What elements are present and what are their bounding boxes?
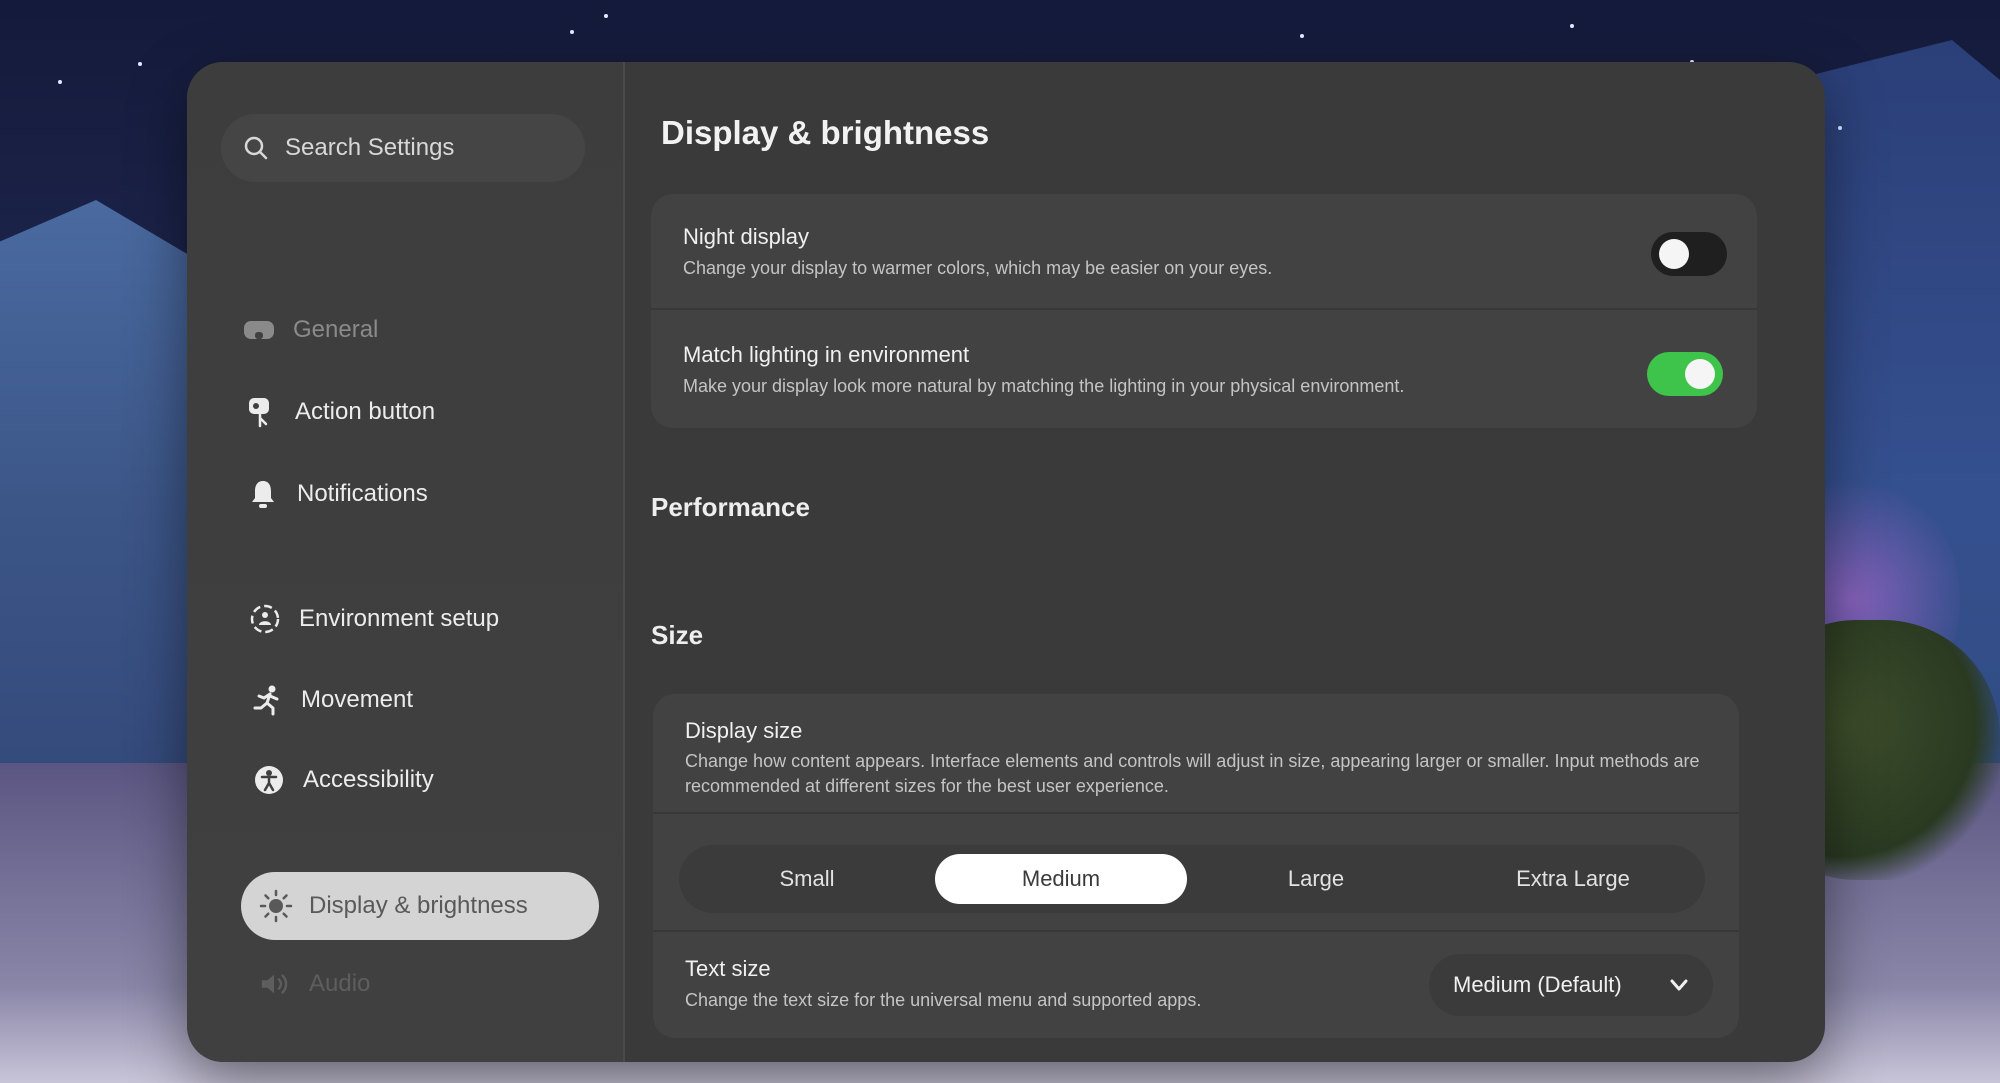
match-lighting-title: Match lighting in environment bbox=[683, 342, 970, 367]
headset-icon bbox=[243, 314, 275, 346]
divider bbox=[651, 308, 1757, 310]
star bbox=[58, 80, 62, 84]
night-display-title: Night display bbox=[683, 224, 809, 249]
night-display-description: Change your display to warmer colors, wh… bbox=[683, 258, 1273, 278]
text-size-row: Text size Change the text size for the u… bbox=[653, 932, 1739, 1038]
display-size-description: Change how content appears. Interface el… bbox=[685, 751, 1700, 796]
star bbox=[1570, 24, 1574, 28]
toggle-knob bbox=[1685, 359, 1715, 389]
star bbox=[138, 62, 142, 66]
star bbox=[570, 30, 574, 34]
night-display-toggle[interactable] bbox=[1651, 232, 1727, 276]
display-size-title: Display size bbox=[685, 718, 803, 743]
sidebar-item-label: Accessibility bbox=[303, 766, 434, 793]
sidebar-item-label: Movement bbox=[301, 686, 414, 713]
sidebar-item-label: General bbox=[293, 316, 379, 343]
sidebar-item-display-brightness[interactable]: Display & brightness bbox=[241, 872, 599, 940]
size-heading: Size bbox=[651, 620, 704, 650]
sidebar-item-general[interactable]: General bbox=[243, 314, 378, 346]
sidebar-item-label: Action button bbox=[295, 398, 436, 425]
size-option-small[interactable]: Small bbox=[679, 845, 935, 913]
size-option-large[interactable]: Large bbox=[1187, 845, 1445, 913]
main-content: Display & brightness Night display Chang… bbox=[625, 62, 1825, 1062]
sidebar-item-movement[interactable]: Movement bbox=[251, 684, 413, 716]
sun-icon bbox=[259, 889, 293, 923]
settings-panel: Search Settings General Action button No… bbox=[187, 62, 1825, 1062]
sidebar-item-audio[interactable]: Audio bbox=[259, 968, 370, 1000]
size-option-extra-large[interactable]: Extra Large bbox=[1445, 845, 1701, 913]
sidebar-item-label: Display & brightness bbox=[309, 892, 528, 919]
chevron-down-icon bbox=[1667, 973, 1691, 997]
star bbox=[604, 14, 608, 18]
match-lighting-toggle[interactable] bbox=[1647, 352, 1723, 396]
search-input[interactable]: Search Settings bbox=[221, 114, 585, 182]
sidebar-item-action-button[interactable]: Action button bbox=[245, 396, 435, 428]
star bbox=[1300, 34, 1304, 38]
size-option-medium[interactable]: Medium bbox=[935, 854, 1187, 904]
star bbox=[1838, 126, 1842, 130]
sidebar-item-label: Environment setup bbox=[299, 605, 500, 632]
divider bbox=[653, 812, 1739, 814]
sidebar-item-accessibility[interactable]: Accessibility bbox=[253, 764, 434, 796]
sidebar-item-notifications[interactable]: Notifications bbox=[247, 478, 428, 510]
bell-icon bbox=[247, 478, 279, 510]
text-size-dropdown[interactable]: Medium (Default) bbox=[1429, 954, 1713, 1016]
search-icon bbox=[241, 133, 271, 163]
sidebar: Search Settings General Action button No… bbox=[187, 62, 625, 1062]
search-placeholder: Search Settings bbox=[285, 134, 455, 161]
text-size-value: Medium (Default) bbox=[1453, 972, 1622, 997]
sidebar-item-label: Notifications bbox=[297, 480, 428, 507]
sidebar-item-environment-setup[interactable]: Environment setup bbox=[249, 603, 499, 635]
text-size-title: Text size bbox=[685, 956, 771, 981]
running-person-icon bbox=[251, 684, 283, 716]
toggle-knob bbox=[1659, 239, 1689, 269]
page-title: Display & brightness bbox=[661, 114, 990, 151]
display-size-selector: Small Medium Large Extra Large bbox=[679, 845, 1705, 913]
action-button-icon bbox=[245, 396, 277, 428]
lighting-settings-card: Night display Change your display to war… bbox=[651, 194, 1757, 428]
text-size-description: Change the text size for the universal m… bbox=[685, 990, 1202, 1010]
size-settings-card: Display size Change how content appears.… bbox=[653, 694, 1739, 1038]
match-lighting-description: Make your display look more natural by m… bbox=[683, 376, 1405, 396]
performance-heading: Performance bbox=[651, 492, 810, 522]
environment-icon bbox=[249, 603, 281, 635]
speaker-icon bbox=[259, 968, 291, 1000]
accessibility-icon bbox=[253, 764, 285, 796]
sidebar-item-label: Audio bbox=[309, 970, 371, 997]
